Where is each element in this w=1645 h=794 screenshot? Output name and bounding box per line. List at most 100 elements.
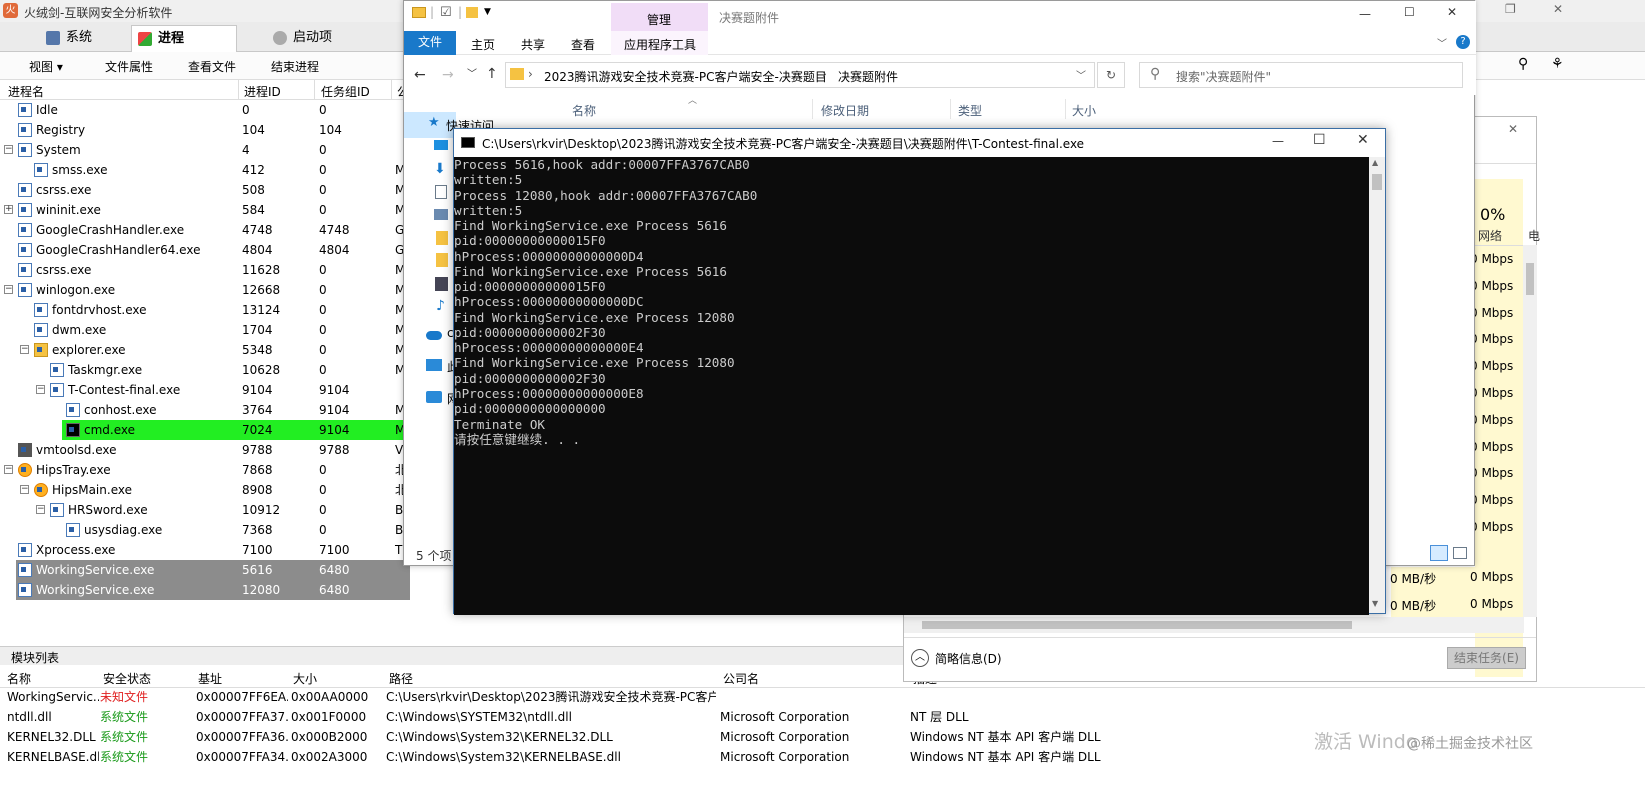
process-row[interactable]: csrss.exe 11628 0 M bbox=[0, 260, 410, 280]
process-row[interactable]: GoogleCrashHandler64.exe 4804 4804 G bbox=[0, 240, 410, 260]
pictures-icon[interactable] bbox=[434, 209, 448, 220]
video-icon[interactable] bbox=[435, 277, 448, 291]
brief-info-button[interactable]: 简略信息(D) bbox=[935, 650, 1002, 667]
col-pid[interactable]: 进程ID bbox=[244, 83, 281, 100]
console-output[interactable]: Process 5616,hook addr:00007FFA3767CAB0 … bbox=[454, 157, 1369, 615]
end-task-button[interactable]: 结束任务(E) bbox=[1447, 647, 1526, 669]
col-company[interactable]: 公司名 bbox=[723, 670, 759, 687]
up-arrow-icon[interactable]: ↑ bbox=[486, 66, 498, 82]
process-row[interactable]: dwm.exe 1704 0 M bbox=[0, 320, 410, 340]
close-icon[interactable]: ✕ bbox=[1447, 5, 1457, 19]
end-process-button[interactable]: 结束进程 bbox=[271, 58, 319, 75]
process-row[interactable]: WorkingService.exe 5616 6480 bbox=[16, 560, 410, 580]
scroll-down-icon[interactable]: ▼ bbox=[1372, 599, 1378, 608]
col-security-status[interactable]: 安全状态 bbox=[103, 670, 151, 687]
process-row[interactable]: csrss.exe 508 0 M bbox=[0, 180, 410, 200]
process-row[interactable]: − System 4 0 bbox=[0, 140, 410, 160]
process-row[interactable]: Idle 0 0 bbox=[0, 100, 410, 120]
tiles-view-icon[interactable] bbox=[1453, 547, 1467, 559]
collapse-icon[interactable]: − bbox=[4, 465, 13, 474]
process-row[interactable]: − T-Contest-final.exe 9104 9104 bbox=[0, 380, 410, 400]
col-name[interactable]: 名称 bbox=[572, 102, 596, 119]
collapse-icon[interactable]: − bbox=[20, 485, 29, 494]
process-row[interactable]: cmd.exe 7024 9104 M bbox=[62, 420, 410, 440]
col-module-name[interactable]: 名称 bbox=[7, 670, 31, 687]
ribbon-context-tab[interactable]: 管理 bbox=[611, 3, 708, 31]
close-icon[interactable]: ✕ bbox=[1508, 122, 1518, 136]
minimize-icon[interactable]: — bbox=[1272, 134, 1284, 148]
process-row[interactable]: vmtoolsd.exe 9788 9788 V bbox=[0, 440, 410, 460]
col-path[interactable]: 路径 bbox=[389, 670, 413, 687]
maximize-icon[interactable]: ☐ bbox=[1313, 132, 1326, 148]
process-row[interactable]: − HipsTray.exe 7868 0 北 bbox=[0, 460, 410, 480]
process-row[interactable]: usysdiag.exe 7368 0 B bbox=[0, 520, 410, 540]
module-row[interactable]: ntdll.dll 系统文件 0x00007FFA37... 0x001F0000 C:… bbox=[0, 707, 1645, 727]
chevron-down-icon[interactable]: ▼ bbox=[484, 7, 491, 17]
new-folder-icon[interactable] bbox=[466, 7, 478, 18]
close-icon[interactable]: ✕ bbox=[1553, 2, 1563, 16]
restore-icon[interactable]: ❐ bbox=[1505, 2, 1516, 16]
back-arrow-icon[interactable]: ← bbox=[414, 67, 426, 83]
col-modified[interactable]: 修改日期 bbox=[821, 102, 869, 119]
view-menu[interactable]: 视图 ▾ bbox=[29, 58, 63, 75]
tab-system[interactable]: 系统 bbox=[40, 25, 130, 52]
tab-view[interactable]: 查看 bbox=[571, 36, 595, 53]
tab-app-tools[interactable]: 应用程序工具 bbox=[624, 36, 696, 53]
process-row[interactable]: smss.exe 412 0 M bbox=[0, 160, 410, 180]
download-icon[interactable]: ⬇ bbox=[434, 161, 446, 177]
close-icon[interactable]: ✕ bbox=[1357, 132, 1369, 148]
col-type[interactable]: 类型 bbox=[958, 102, 982, 119]
process-row[interactable]: Registry 104 104 bbox=[0, 120, 410, 140]
col-size[interactable]: 大小 bbox=[1072, 102, 1096, 119]
process-row[interactable]: − explorer.exe 5348 0 M bbox=[0, 340, 410, 360]
col-base-address[interactable]: 基址 bbox=[198, 670, 222, 687]
help-icon[interactable]: ? bbox=[1456, 35, 1470, 49]
collapse-icon[interactable]: − bbox=[4, 285, 13, 294]
console-scrollbar[interactable]: ▲ ▼ bbox=[1369, 157, 1385, 613]
process-row[interactable]: − winlogon.exe 12668 0 M bbox=[0, 280, 410, 300]
vertical-scrollbar[interactable] bbox=[1523, 245, 1537, 617]
breadcrumb-item[interactable]: 2023腾讯游戏安全技术竞赛-PC客户端安全-决赛题目 bbox=[544, 68, 827, 85]
scroll-up-icon[interactable]: ▲ bbox=[1372, 158, 1378, 167]
view-file-button[interactable]: 查看文件 bbox=[188, 58, 236, 75]
folder-icon[interactable] bbox=[436, 231, 448, 245]
refresh-icon[interactable]: ↻ bbox=[1097, 62, 1125, 88]
details-view-icon[interactable] bbox=[1430, 545, 1448, 561]
process-row[interactable]: − HRSword.exe 10912 0 B bbox=[0, 500, 410, 520]
collapse-icon[interactable]: − bbox=[36, 385, 45, 394]
process-row[interactable]: Taskmgr.exe 10628 0 M bbox=[0, 360, 410, 380]
music-icon[interactable]: ♪ bbox=[436, 298, 445, 314]
process-row[interactable]: + wininit.exe 584 0 M bbox=[0, 200, 410, 220]
collapse-icon[interactable]: ︿ bbox=[911, 649, 929, 667]
file-properties-button[interactable]: 文件属性 bbox=[105, 58, 153, 75]
col-group-id[interactable]: 任务组ID bbox=[321, 83, 370, 100]
process-row[interactable]: fontdrvhost.exe 13124 0 M bbox=[0, 300, 410, 320]
process-row[interactable]: Xprocess.exe 7100 7100 T bbox=[0, 540, 410, 560]
cloud-icon[interactable] bbox=[426, 331, 442, 340]
expand-icon[interactable]: + bbox=[4, 205, 13, 214]
computer-icon[interactable] bbox=[426, 359, 442, 371]
process-row[interactable]: GoogleCrashHandler.exe 4748 4748 G bbox=[0, 220, 410, 240]
forward-arrow-icon[interactable]: → bbox=[442, 67, 454, 83]
binoculars-icon[interactable]: ⚲ bbox=[1518, 56, 1528, 72]
process-row[interactable]: conhost.exe 3764 9104 M bbox=[0, 400, 410, 420]
tab-startup[interactable]: 启动项 bbox=[267, 25, 367, 52]
breadcrumb-item[interactable]: 决赛题附件 bbox=[838, 68, 898, 85]
network-column-label[interactable]: 网络 bbox=[1478, 227, 1502, 244]
power-column-label[interactable]: 电 bbox=[1528, 227, 1540, 244]
col-size[interactable]: 大小 bbox=[293, 670, 317, 687]
collapse-icon[interactable]: − bbox=[36, 505, 45, 514]
search-input[interactable]: ⚲ 搜索"决赛题附件" bbox=[1139, 62, 1463, 88]
horizontal-scrollbar[interactable] bbox=[904, 617, 1524, 633]
folder-icon[interactable] bbox=[436, 253, 448, 267]
dropdown-icon[interactable]: ﹀ bbox=[467, 65, 477, 80]
tab-process[interactable]: 进程 bbox=[131, 25, 237, 52]
minimize-icon[interactable]: — bbox=[1359, 7, 1371, 21]
pin-icon[interactable]: ⚘ bbox=[1551, 56, 1564, 72]
collapse-icon[interactable]: − bbox=[4, 145, 13, 154]
chevron-down-icon[interactable]: ﹀ bbox=[1437, 35, 1447, 50]
checkmark-icon[interactable]: ☑ bbox=[440, 5, 452, 20]
tab-share[interactable]: 共享 bbox=[521, 36, 545, 53]
col-process-name[interactable]: 进程名 bbox=[8, 83, 44, 100]
process-row[interactable]: WorkingService.exe 12080 6480 bbox=[16, 580, 410, 600]
